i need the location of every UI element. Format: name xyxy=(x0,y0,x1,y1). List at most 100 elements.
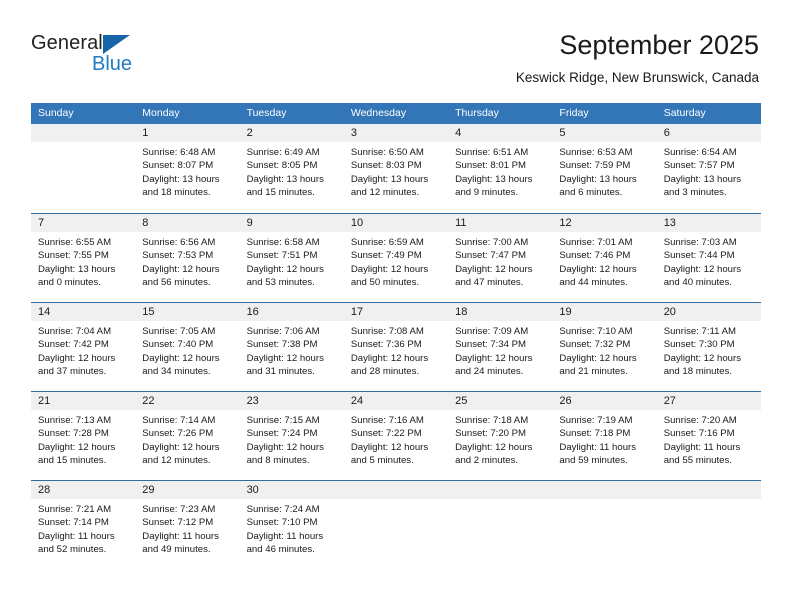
day-cell[interactable]: 30 Sunrise: 7:24 AM Sunset: 7:10 PM Dayligh… xyxy=(239,481,344,569)
day-cell[interactable]: 27 Sunrise: 7:20 AM Sunset: 7:16 PM Dayligh… xyxy=(656,392,761,480)
day-number: 10 xyxy=(343,214,449,232)
day-detail-line: and 34 minutes. xyxy=(142,366,211,378)
day-detail-line: Sunrise: 7:08 AM xyxy=(350,326,424,337)
day-detail-line: and 40 minutes. xyxy=(663,277,732,289)
day-cell[interactable]: 28 Sunrise: 7:21 AM Sunset: 7:14 PM Dayligh… xyxy=(31,481,136,569)
day-cell[interactable]: 11 Sunrise: 7:00 AM Sunset: 7:47 PM Dayligh… xyxy=(448,214,553,302)
day-details: Sunrise: 7:20 AM Sunset: 7:16 PM Daylight:… xyxy=(657,410,761,468)
day-details xyxy=(552,499,656,503)
day-detail-line: Sunset: 7:49 PM xyxy=(350,250,422,262)
calendar-week-row: 1 Sunrise: 6:48 AM Sunset: 8:07 PM Daylight… xyxy=(31,124,761,213)
day-number: 2 xyxy=(239,124,344,142)
day-cell[interactable]: 7 Sunrise: 6:55 AM Sunset: 7:55 PM Daylight… xyxy=(31,214,136,302)
day-detail-line: Sunset: 7:51 PM xyxy=(246,250,318,262)
day-detail-line: Daylight: 12 hours xyxy=(246,352,324,364)
day-detail-line: Sunrise: 7:14 AM xyxy=(142,415,216,426)
day-detail-line: Sunset: 7:57 PM xyxy=(663,160,735,172)
day-detail-line: Sunset: 7:20 PM xyxy=(455,428,527,440)
day-cell-empty xyxy=(448,481,553,569)
day-number: 19 xyxy=(552,303,657,321)
day-number: 21 xyxy=(31,392,136,410)
day-detail-line: and 28 minutes. xyxy=(350,366,420,378)
day-cell[interactable]: 9 Sunrise: 6:58 AM Sunset: 7:51 PM Daylight… xyxy=(239,214,344,302)
day-cell[interactable]: 22 Sunrise: 7:14 AM Sunset: 7:26 PM Dayligh… xyxy=(135,392,240,480)
day-detail-line: Sunrise: 6:58 AM xyxy=(246,237,320,248)
day-cell[interactable]: 12 Sunrise: 7:01 AM Sunset: 7:46 PM Dayligh… xyxy=(552,214,657,302)
day-detail-line: and 56 minutes. xyxy=(142,277,211,289)
day-cell[interactable]: 29 Sunrise: 7:23 AM Sunset: 7:12 PM Dayligh… xyxy=(135,481,240,569)
day-cell[interactable]: 18 Sunrise: 7:09 AM Sunset: 7:34 PM Dayligh… xyxy=(448,303,553,391)
day-cell[interactable]: 5 Sunrise: 6:53 AM Sunset: 7:59 PM Daylight… xyxy=(552,124,657,213)
day-detail-line: Daylight: 13 hours xyxy=(142,173,220,185)
day-detail-line: and 47 minutes. xyxy=(455,277,524,289)
day-detail-line: Sunrise: 7:06 AM xyxy=(246,326,320,337)
general-blue-logo[interactable]: General Blue xyxy=(31,32,181,78)
day-detail-line: Sunrise: 6:53 AM xyxy=(559,147,633,158)
day-detail-line: Daylight: 13 hours xyxy=(559,173,637,185)
day-cell[interactable]: 20 Sunrise: 7:11 AM Sunset: 7:30 PM Dayligh… xyxy=(656,303,761,391)
day-cell[interactable]: 25 Sunrise: 7:18 AM Sunset: 7:20 PM Dayligh… xyxy=(448,392,553,480)
day-cell[interactable]: 23 Sunrise: 7:15 AM Sunset: 7:24 PM Dayligh… xyxy=(239,392,344,480)
day-detail-line: Daylight: 12 hours xyxy=(350,263,429,275)
day-cell[interactable]: 19 Sunrise: 7:10 AM Sunset: 7:32 PM Dayligh… xyxy=(552,303,657,391)
day-detail-line: Sunset: 7:22 PM xyxy=(350,428,422,440)
day-cell[interactable]: 14 Sunrise: 7:04 AM Sunset: 7:42 PM Dayligh… xyxy=(31,303,136,391)
day-detail-line: and 21 minutes. xyxy=(559,366,628,378)
day-detail-line: and 31 minutes. xyxy=(246,366,315,378)
day-number: 9 xyxy=(239,214,344,232)
day-detail-line: Sunset: 7:24 PM xyxy=(246,428,318,440)
day-detail-line: Sunset: 7:12 PM xyxy=(142,517,214,529)
day-details xyxy=(344,499,448,503)
day-detail-line: Sunset: 7:40 PM xyxy=(142,339,214,351)
day-detail-line: and 15 minutes. xyxy=(38,455,107,467)
page-header: General Blue September 2025 Keswick Ridg… xyxy=(0,0,792,103)
title-block: September 2025 Keswick Ridge, New Brunsw… xyxy=(516,28,759,88)
day-detail-line: Sunset: 7:34 PM xyxy=(455,339,527,351)
day-number: 11 xyxy=(448,214,553,232)
day-detail-line: and 6 minutes. xyxy=(559,187,623,199)
day-cell[interactable]: 15 Sunrise: 7:05 AM Sunset: 7:40 PM Dayligh… xyxy=(135,303,240,391)
day-details: Sunrise: 7:09 AM Sunset: 7:34 PM Daylight:… xyxy=(448,321,552,379)
day-cell[interactable]: 16 Sunrise: 7:06 AM Sunset: 7:38 PM Dayligh… xyxy=(239,303,344,391)
day-cell[interactable]: 4 Sunrise: 6:51 AM Sunset: 8:01 PM Daylight… xyxy=(448,124,553,213)
day-detail-line: Sunset: 8:01 PM xyxy=(455,160,527,172)
day-number: 16 xyxy=(239,303,344,321)
day-number: 17 xyxy=(343,303,449,321)
day-detail-line: and 0 minutes. xyxy=(38,277,101,289)
day-detail-line: Sunrise: 6:54 AM xyxy=(663,147,737,158)
day-cell[interactable]: 6 Sunrise: 6:54 AM Sunset: 7:57 PM Daylight… xyxy=(656,124,761,213)
day-detail-line: Sunset: 7:26 PM xyxy=(142,428,214,440)
day-detail-line: Daylight: 12 hours xyxy=(38,441,116,453)
day-cell[interactable]: 13 Sunrise: 7:03 AM Sunset: 7:44 PM Dayligh… xyxy=(656,214,761,302)
day-cell[interactable]: 10 Sunrise: 6:59 AM Sunset: 7:49 PM Dayligh… xyxy=(343,214,449,302)
day-detail-line: Sunrise: 6:55 AM xyxy=(38,237,112,248)
day-detail-line: Sunrise: 7:16 AM xyxy=(350,415,424,426)
day-cell-empty xyxy=(343,481,449,569)
day-details: Sunrise: 7:15 AM Sunset: 7:24 PM Daylight:… xyxy=(240,410,344,468)
day-detail-line: Daylight: 13 hours xyxy=(38,263,116,275)
day-detail-line: and 5 minutes. xyxy=(350,455,414,467)
day-cell[interactable]: 24 Sunrise: 7:16 AM Sunset: 7:22 PM Dayligh… xyxy=(343,392,449,480)
day-details: Sunrise: 7:11 AM Sunset: 7:30 PM Daylight:… xyxy=(657,321,761,379)
weekday-header-friday: Friday xyxy=(559,107,589,119)
day-cell[interactable]: 2 Sunrise: 6:49 AM Sunset: 8:05 PM Daylight… xyxy=(239,124,344,213)
day-cell[interactable]: 1 Sunrise: 6:48 AM Sunset: 8:07 PM Daylight… xyxy=(135,124,240,213)
day-detail-line: and 49 minutes. xyxy=(142,544,211,556)
day-detail-line: Sunset: 7:30 PM xyxy=(663,339,735,351)
day-cell[interactable]: 21 Sunrise: 7:13 AM Sunset: 7:28 PM Dayligh… xyxy=(31,392,136,480)
day-cell[interactable]: 26 Sunrise: 7:19 AM Sunset: 7:18 PM Dayligh… xyxy=(552,392,657,480)
day-cell[interactable]: 8 Sunrise: 6:56 AM Sunset: 7:53 PM Daylight… xyxy=(135,214,240,302)
day-detail-line: Sunrise: 7:20 AM xyxy=(663,415,737,426)
day-detail-line: Sunset: 8:05 PM xyxy=(246,160,318,172)
day-cell[interactable]: 3 Sunrise: 6:50 AM Sunset: 8:03 PM Daylight… xyxy=(343,124,449,213)
day-number xyxy=(343,481,449,499)
day-number: 15 xyxy=(135,303,240,321)
day-number: 24 xyxy=(343,392,449,410)
day-cell[interactable]: 17 Sunrise: 7:08 AM Sunset: 7:36 PM Dayligh… xyxy=(343,303,449,391)
day-detail-line: and 24 minutes. xyxy=(455,366,524,378)
day-number: 18 xyxy=(448,303,553,321)
day-details xyxy=(448,499,552,503)
day-details: Sunrise: 6:49 AM Sunset: 8:05 PM Daylight:… xyxy=(240,142,344,200)
day-detail-line: Sunset: 7:38 PM xyxy=(246,339,318,351)
day-detail-line: Daylight: 13 hours xyxy=(455,173,533,185)
